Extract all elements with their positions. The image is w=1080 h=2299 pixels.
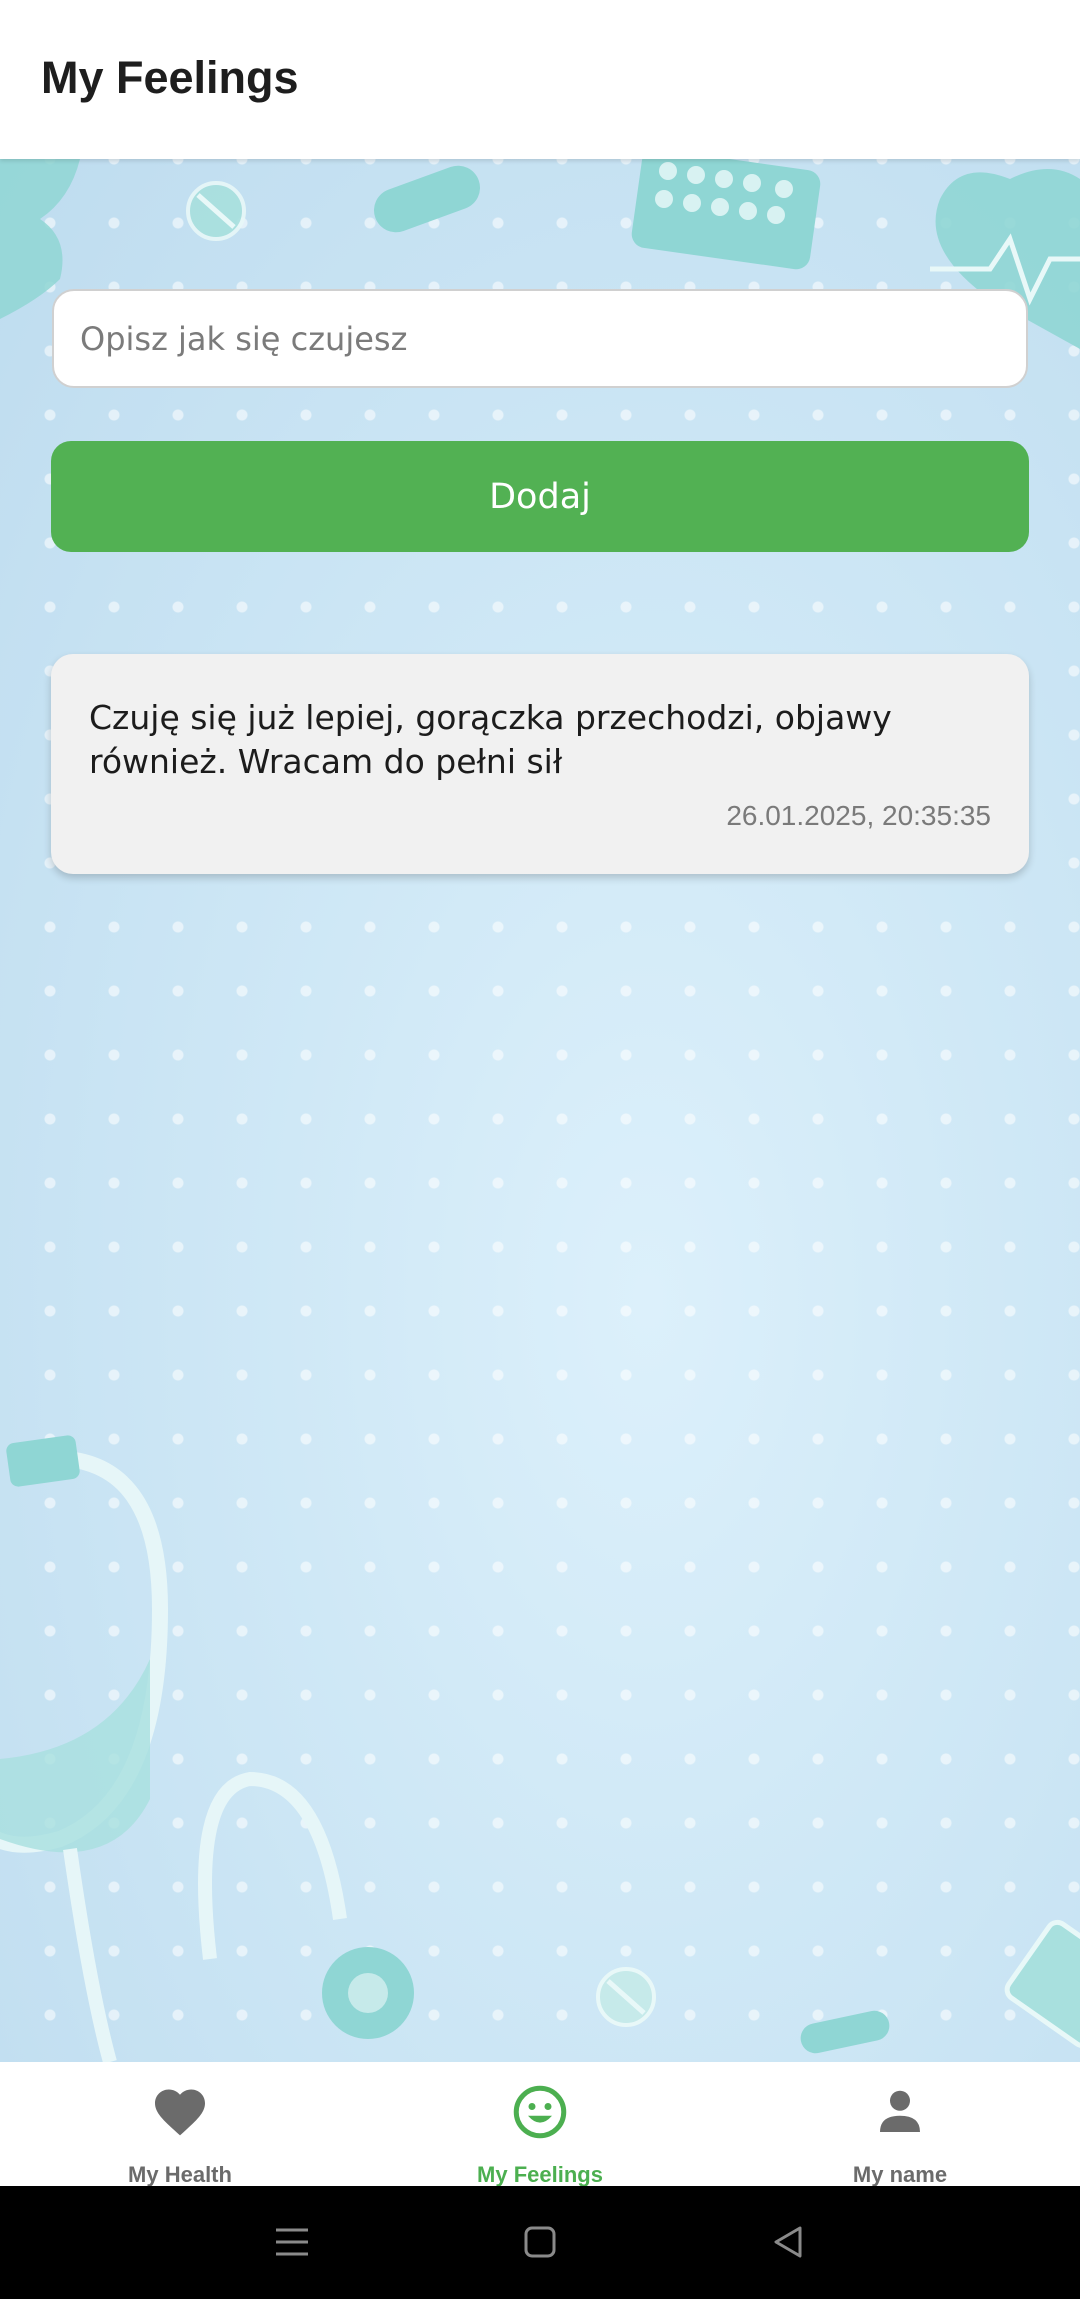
page-title: My Feelings — [41, 52, 299, 103]
menu-icon[interactable] — [272, 2222, 312, 2262]
nav-item-my-health[interactable]: My Health — [0, 2062, 360, 2187]
feeling-entry-card: Czuję się już lepiej, gorączka przechodz… — [51, 654, 1029, 874]
nav-label-my-health: My Health — [128, 2162, 232, 2187]
person-icon — [880, 2090, 920, 2132]
entry-text: Czuję się już lepiej, gorączka przechodz… — [89, 698, 892, 781]
system-navigation-bar — [0, 2186, 1080, 2299]
back-icon[interactable] — [768, 2222, 808, 2262]
smiley-icon — [513, 2085, 567, 2139]
nav-label-my-name: My name — [852, 2162, 948, 2187]
nav-label-my-feelings: My Feelings — [477, 2162, 603, 2187]
app-header: My Feelings — [0, 0, 1080, 159]
home-icon[interactable] — [520, 2222, 560, 2262]
feeling-input[interactable] — [52, 289, 1028, 388]
entry-timestamp: 26.01.2025, 20:35:35 — [726, 800, 991, 831]
heart-icon — [155, 2089, 205, 2136]
nav-item-my-feelings[interactable]: My Feelings — [360, 2062, 720, 2187]
nav-item-my-name[interactable]: My name — [720, 2062, 1080, 2187]
add-button[interactable]: Dodaj — [51, 441, 1029, 552]
bottom-navigation: My Health My Feelings My name — [0, 2062, 1080, 2187]
